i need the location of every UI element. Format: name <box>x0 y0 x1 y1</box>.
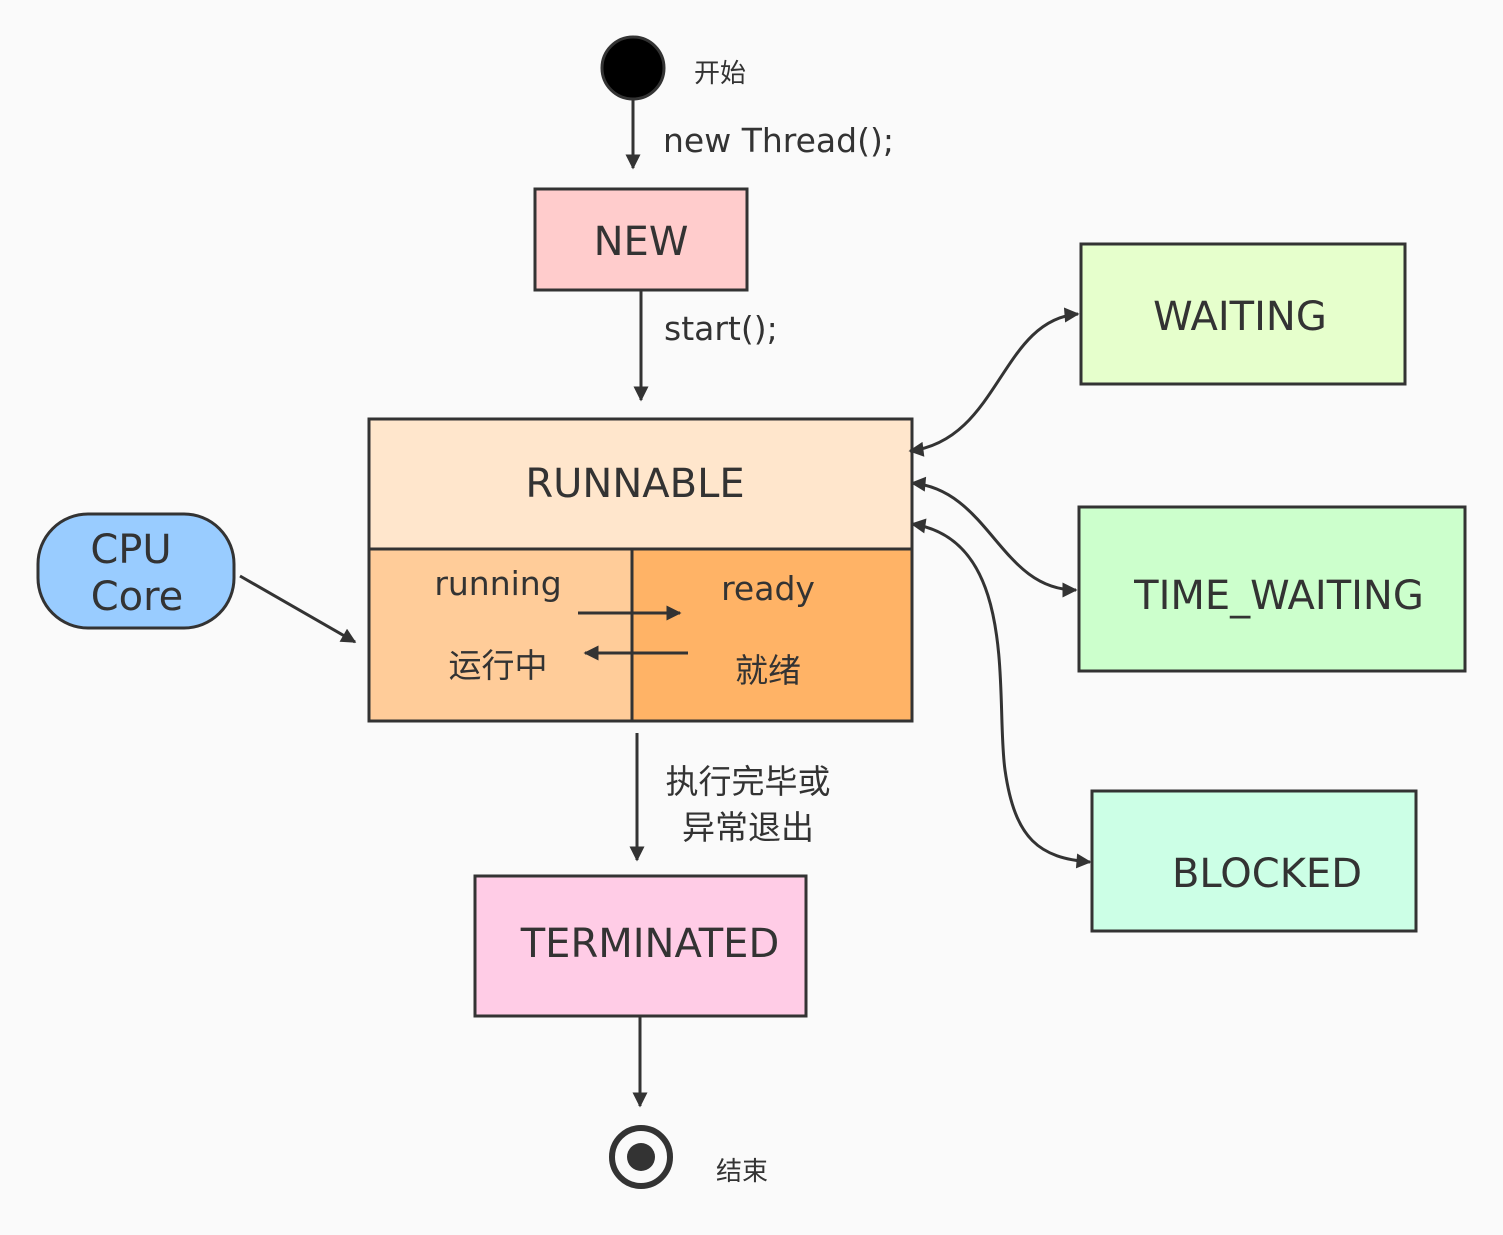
state-terminated-label: TERMINATED <box>520 921 780 967</box>
start-label: 开始 <box>694 59 746 89</box>
running-sublabel: 运行中 <box>449 646 548 685</box>
state-blocked-label: BLOCKED <box>1172 851 1362 897</box>
state-runnable-label: RUNNABLE <box>525 461 744 507</box>
edge-label-start: start(); <box>664 309 778 348</box>
thread-state-diagram: 开始 new Thread(); NEW start(); RUNNABLE r… <box>0 0 1503 1235</box>
cpu-label-line2: Core <box>91 574 184 620</box>
edge-label-finish-line2: 异常退出 <box>682 808 814 847</box>
edge-label-new-thread: new Thread(); <box>663 121 894 160</box>
ready-sublabel: 就绪 <box>735 651 801 690</box>
state-waiting-label: WAITING <box>1153 294 1327 340</box>
end-node-core <box>627 1143 655 1171</box>
ready-label: ready <box>721 569 815 608</box>
end-label: 结束 <box>716 1157 768 1187</box>
state-time-waiting-label: TIME_WAITING <box>1133 573 1424 619</box>
state-new-label: NEW <box>594 219 689 265</box>
cpu-label-line1: CPU <box>90 527 171 573</box>
edge-label-finish-line1: 执行完毕或 <box>666 762 831 801</box>
start-node[interactable] <box>600 35 666 101</box>
running-label: running <box>434 564 561 603</box>
